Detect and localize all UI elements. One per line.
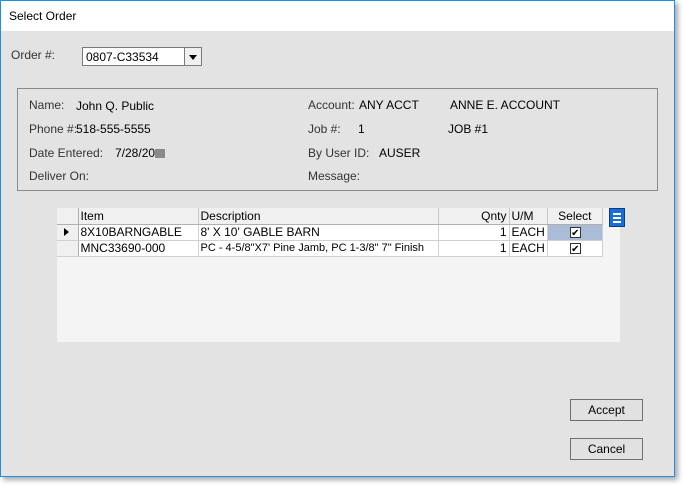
job-label: Job #: — [308, 122, 341, 136]
dialog-content: Order #: 0807-C33534 Name: John Q. Publi… — [1, 31, 674, 476]
table-row[interactable]: MNC33690-000 PC - 4-5/8"X7' Pine Jamb, P… — [57, 240, 603, 257]
cancel-button[interactable]: Cancel — [570, 438, 643, 460]
account-label: Account: — [308, 98, 355, 112]
item-cell[interactable]: 8X10BARNGABLE — [78, 224, 199, 241]
name-label: Name: — [29, 98, 65, 112]
column-header-um[interactable]: U/M — [509, 208, 548, 225]
items-grid: Item Description Qnty U/M Select 8X10BAR… — [57, 208, 620, 342]
um-cell[interactable]: EACH — [509, 240, 548, 257]
header-row: Item Description Qnty U/M Select — [57, 208, 603, 225]
order-number-value: 0807-C33534 — [86, 50, 159, 64]
column-header-description[interactable]: Description — [198, 208, 439, 225]
combo-dropdown-button[interactable] — [184, 48, 201, 65]
column-header-select[interactable]: Select — [547, 208, 603, 225]
description-cell[interactable]: PC - 4-5/8"X7' Pine Jamb, PC 1-3/8" 7" F… — [198, 240, 439, 257]
menu-icon-line — [613, 213, 621, 215]
date-entered-text: 7/28/20 — [115, 146, 156, 160]
item-cell[interactable]: MNC33690-000 — [78, 240, 199, 257]
current-row-arrow-icon — [64, 228, 69, 236]
row-indicator[interactable] — [57, 224, 79, 241]
date-entered-value: 7/28/20 — [115, 146, 166, 160]
qnty-cell[interactable]: 1 — [438, 224, 510, 241]
user-id-label: By User ID: — [308, 146, 370, 160]
account-name: ANNE E. ACCOUNT — [450, 98, 561, 112]
column-header-qnty[interactable]: Qnty — [438, 208, 510, 225]
select-cell[interactable]: ✔ — [547, 240, 603, 257]
deliver-on-label: Deliver On: — [29, 169, 90, 183]
account-code: ANY ACCT — [359, 98, 419, 112]
select-checkbox[interactable]: ✔ — [569, 227, 581, 239]
chevron-down-icon — [189, 55, 197, 60]
phone-label: Phone #: — [29, 122, 78, 136]
qnty-cell[interactable]: 1 — [438, 240, 510, 257]
table-row[interactable]: 8X10BARNGABLE 8' X 10' GABLE BARN 1 EACH… — [57, 224, 603, 241]
window-title: Select Order — [9, 9, 77, 23]
menu-icon-line — [613, 217, 621, 219]
date-entered-label: Date Entered: — [29, 146, 104, 160]
message-label: Message: — [308, 169, 361, 183]
title-bar[interactable]: Select Order — [1, 1, 674, 31]
column-chooser-button[interactable] — [609, 208, 625, 227]
description-cell[interactable]: 8' X 10' GABLE BARN — [198, 224, 439, 241]
order-info-panel: Name: John Q. Public Phone #: 518-555-55… — [17, 88, 658, 191]
job-name: JOB #1 — [448, 122, 489, 136]
redaction-block — [155, 149, 166, 159]
um-cell[interactable]: EACH — [509, 224, 548, 241]
row-indicator[interactable] — [57, 240, 79, 257]
select-checkbox[interactable]: ✔ — [569, 243, 581, 255]
items-table: Item Description Qnty U/M Select 8X10BAR… — [57, 208, 603, 257]
job-number: 1 — [358, 122, 365, 136]
phone-value: 518-555-5555 — [76, 122, 151, 136]
corner-header — [57, 208, 79, 225]
order-label: Order #: — [11, 48, 56, 62]
select-order-window: Select Order Order #: 0807-C33534 Name: … — [0, 0, 675, 477]
name-value: John Q. Public — [76, 99, 155, 113]
column-header-item[interactable]: Item — [78, 208, 199, 225]
menu-icon-line — [613, 221, 621, 223]
accept-button[interactable]: Accept — [570, 399, 643, 421]
user-id-value: AUSER — [379, 146, 421, 160]
order-number-combo[interactable]: 0807-C33534 — [82, 47, 202, 66]
select-cell[interactable]: ✔ — [547, 224, 603, 241]
